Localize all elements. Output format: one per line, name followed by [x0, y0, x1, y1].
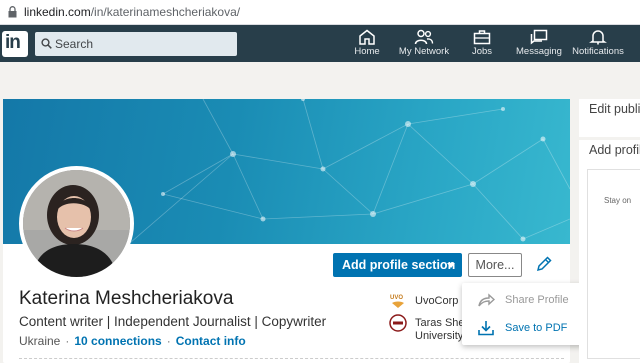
university-logo [389, 314, 407, 332]
uvocorp-logo: UVO [389, 292, 407, 310]
top-navigation: in Search Home My Network Jobs Messaging… [0, 25, 640, 62]
separator-dot: · [166, 334, 171, 348]
save-to-pdf-label: Save to PDF [505, 322, 568, 334]
nav-item-jobs[interactable]: Jobs [450, 29, 514, 61]
caret-down-icon [447, 263, 455, 268]
network-icon [414, 29, 434, 45]
search-input[interactable]: Search [35, 32, 237, 56]
profile-name: Katerina Meshcheriakova [19, 288, 234, 309]
share-profile-label: Share Profile [505, 294, 569, 306]
profile-avatar[interactable] [19, 166, 134, 281]
sidebar-stay-text: Stay on [604, 196, 632, 205]
search-icon [41, 38, 52, 49]
briefcase-icon [473, 30, 491, 45]
add-profile-language-link[interactable]: Add profil [589, 143, 640, 157]
bell-icon [589, 30, 607, 45]
url-path: /in/katerinameshcheriakova/ [90, 5, 241, 19]
home-icon [359, 29, 375, 45]
right-sidebar: Edit publi Add profil Stay on [579, 99, 640, 363]
connections-link[interactable]: 10 connections [74, 334, 161, 348]
company-name-university: University [415, 330, 464, 342]
profile-headline: Content writer | Independent Journalist … [19, 314, 327, 329]
nav-item-my-network[interactable]: My Network [392, 29, 456, 61]
company-name-uvocorp: UvoCorp [415, 295, 459, 307]
messaging-icon [530, 29, 548, 45]
edit-public-profile-link[interactable]: Edit publi [589, 102, 640, 116]
logo-text: in [5, 32, 21, 53]
profile-meta: Ukraine · 10 connections · Contact info [19, 334, 246, 348]
linkedin-logo[interactable]: in [2, 31, 28, 57]
add-profile-section-label: Add profile section [342, 258, 456, 272]
nav-item-messaging[interactable]: Messaging [507, 29, 571, 61]
lock-icon [8, 6, 17, 18]
contact-info-link[interactable]: Contact info [176, 334, 246, 348]
avatar-photo [23, 170, 130, 277]
edit-public-profile-card[interactable]: Edit publi [579, 99, 640, 137]
nav-label-my-network: My Network [398, 46, 450, 57]
pencil-edit-icon[interactable] [535, 255, 553, 273]
separator-dot: · [65, 334, 70, 348]
nav-label-messaging: Messaging [516, 46, 562, 57]
search-placeholder: Search [55, 37, 94, 51]
share-arrow-icon [478, 293, 495, 307]
add-profile-section-button[interactable]: Add profile section [333, 253, 462, 277]
download-icon [478, 321, 494, 336]
nav-item-home[interactable]: Home [335, 29, 399, 61]
url-text[interactable]: linkedin.com/in/katerinameshcheriakova/ [24, 5, 240, 19]
nav-label-jobs: Jobs [471, 46, 493, 57]
more-button[interactable]: More... [468, 253, 522, 277]
nav-item-notifications[interactable]: Notifications [566, 29, 630, 61]
svg-text:UVO: UVO [390, 295, 403, 301]
nav-label-home: Home [354, 46, 380, 57]
profile-location: Ukraine [19, 334, 61, 348]
section-divider [19, 358, 564, 359]
url-host: linkedin.com [24, 5, 91, 19]
nav-label-notifications: Notifications [572, 46, 624, 57]
add-profile-language-card: Add profil Stay on [579, 140, 640, 363]
browser-address-bar[interactable]: linkedin.com/in/katerinameshcheriakova/ [0, 0, 640, 25]
